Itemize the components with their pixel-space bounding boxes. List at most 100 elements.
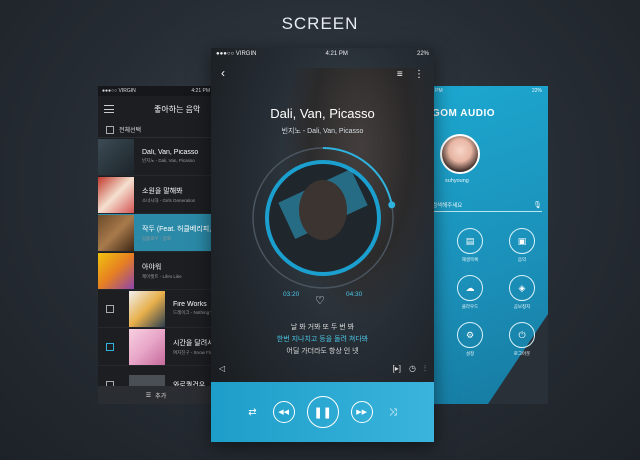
microphone-icon[interactable]: 🎙 [533, 201, 542, 209]
search-input[interactable]: 검색해주세요 🎙 [432, 198, 542, 212]
song-artist: 여자친구 - Snow Flake [173, 349, 214, 355]
song-artist: 소녀시대 - Girls Generation [142, 197, 196, 203]
add-button[interactable]: ☰ 추가 [98, 386, 214, 404]
search-placeholder: 검색해주세요 [432, 203, 463, 209]
progress-knob[interactable] [388, 201, 396, 209]
status-bar: 4:21 PM 22% [418, 86, 548, 96]
repeat-icon[interactable]: ⇄ [248, 407, 256, 418]
cloud-icon: ☁ [457, 275, 483, 301]
heart-icon[interactable]: ♡ [315, 294, 325, 307]
avatar[interactable] [440, 134, 480, 174]
album-art [129, 328, 165, 365]
carrier-label: ●●●○○ VIRGIN [216, 51, 257, 57]
checkbox[interactable] [106, 304, 114, 313]
equalizer-icon[interactable]: ⫶ [424, 364, 426, 374]
song-artist: 딥플로우 - 양화 [142, 235, 171, 241]
album-art [98, 214, 134, 251]
side-menu-screen: 4:21 PM 22% GOM AUDIO suhyoung 검색해주세요 🎙 … [418, 86, 548, 404]
nav-bar: ‹ ≡ ⋮ [211, 60, 434, 86]
pause-icon: ❚❚ [313, 406, 332, 419]
album-art [98, 252, 134, 289]
status-time: 4:21 PM [325, 51, 348, 57]
menu-label: 음악 [517, 257, 527, 262]
queue-icon[interactable]: ≡ [397, 69, 403, 80]
settings-icon: ⚙ [457, 322, 483, 348]
add-label: 추가 [155, 393, 167, 400]
lyrics-toggle-icon[interactable]: [▸] [393, 364, 401, 374]
menu-item-settings[interactable]: ⚙ 설정 [444, 322, 496, 357]
song-title: 소원을 말해봐 [142, 187, 183, 195]
carrier-label: ●●●○○ VIRGIN [102, 88, 136, 94]
song-title: Fire Works [173, 301, 207, 308]
checkbox[interactable] [106, 125, 114, 134]
lyric-line: 날 봐 거봐 또 두 번 봐 [290, 324, 355, 331]
album-art [129, 290, 165, 327]
menu-icon[interactable] [104, 105, 114, 113]
brand-logo: GOM AUDIO [432, 108, 496, 119]
album-disc [252, 147, 396, 289]
volume-icon[interactable]: ◁ [219, 364, 225, 374]
song-title: Dali, Van, Picasso [270, 106, 375, 121]
status-time: 4:21 PM [191, 88, 210, 94]
select-all-row[interactable]: 전체선택 [98, 122, 214, 138]
song-artist: 제이켓트 - Lifes Like [142, 273, 182, 279]
time-total: 04:30 [346, 291, 363, 298]
now-playing-screen: ●●●○○ VIRGIN 4:21 PM 22% ‹ ≡ ⋮ Dali, Van… [211, 48, 434, 442]
menu-label: 클라우드 [461, 304, 479, 309]
checkbox[interactable] [106, 342, 114, 351]
player-bar: ⇄ ◀◀ ❚❚ ▶▶ ⤨ [211, 382, 434, 442]
pause-button[interactable]: ❚❚ [306, 396, 339, 428]
playlist-icon: ▤ [457, 228, 483, 254]
nav-actions: ≡ ⋮ [397, 66, 424, 80]
menu-label: 재생목록 [461, 257, 479, 262]
menu-item-logout[interactable]: ⏻ 로그아웃 [496, 322, 548, 357]
more-icon[interactable]: ⋮ [414, 69, 424, 80]
album-art [98, 138, 134, 175]
song-title: 아야워 [142, 263, 162, 271]
list-item[interactable]: Dali, Van, Picasso 빈지노 - Dali, Van, Picas… [98, 138, 214, 176]
status-bar: ●●●○○ VIRGIN 4:21 PM [98, 86, 214, 96]
list-item[interactable]: 시간을 달려서여자친구 - Snow Flake [98, 328, 214, 366]
menu-label: 곰보청지 [513, 304, 531, 309]
song-title: Dali, Van, Picasso [142, 149, 199, 156]
lyric-line-active: 한번 지나치고 등을 돌려 쳐다봐 [276, 336, 369, 343]
battery-label: 22% [531, 88, 542, 94]
favorites-screen: ●●●○○ VIRGIN 4:21 PM 좋아하는 음악 전체선택 Dali, … [98, 86, 214, 404]
music-icon: ▣ [509, 228, 535, 254]
song-title: 시간을 달려서 [173, 339, 214, 347]
list-item[interactable]: 아야워제이켓트 - Lifes Like [98, 252, 214, 290]
previous-button[interactable]: ◀◀ [272, 401, 295, 423]
next-button[interactable]: ▶▶ [350, 401, 373, 423]
rewind-icon: ◀◀ [278, 409, 290, 416]
menu-item-diamond[interactable]: ◈ 곰보청지 [496, 275, 548, 310]
album-artist [299, 180, 347, 240]
right-controls: [▸] ◷ ⫶ [393, 364, 426, 374]
battery-label: 22% [416, 51, 429, 57]
shuffle-icon[interactable]: ⤨ [389, 407, 397, 418]
list-item-selected[interactable]: 작두 (Feat. 허클베리피, 도끼) 딥플로우 - 양화 [98, 214, 214, 252]
list-add-icon: ☰ [145, 392, 152, 399]
select-all-label: 전체선택 [119, 128, 142, 134]
page-title: SCREEN [281, 14, 359, 33]
song-artist: 드레이크 - Nothing Was [173, 310, 214, 315]
song-artist: 빈지노 - Dali, Van, Picasso [142, 158, 195, 163]
menu-item-music[interactable]: ▣ 음악 [496, 228, 548, 263]
diamond-icon: ◈ [509, 275, 535, 301]
timer-icon[interactable]: ◷ [409, 364, 416, 374]
list-item[interactable]: 소원을 말해봐소녀시대 - Girls Generation [98, 176, 214, 214]
song-title: 작두 (Feat. 허클베리피, 도끼) [142, 225, 214, 233]
header-title: 좋아하는 음악 [154, 104, 201, 114]
header: 좋아하는 음악 [98, 96, 214, 122]
secondary-controls: ◁ [▸] ◷ ⫶ [219, 364, 426, 374]
menu-item-cloud[interactable]: ☁ 클라우드 [444, 275, 496, 310]
status-bar: ●●●○○ VIRGIN 4:21 PM 22% [211, 48, 434, 60]
album-art [98, 176, 134, 213]
song-subtitle: 빈지노 - Dali, Van, Picasso [281, 128, 364, 135]
menu-label: 로그아웃 [513, 351, 531, 356]
list-item[interactable]: Fire Works 드레이크 - Nothing Was [98, 290, 214, 328]
back-icon[interactable]: ‹ [221, 66, 225, 80]
menu-label: 설정 [465, 351, 475, 356]
time-elapsed: 03:20 [283, 291, 300, 298]
menu-item-playlist[interactable]: ▤ 재생목록 [444, 228, 496, 263]
username: suhyoung [445, 178, 469, 184]
